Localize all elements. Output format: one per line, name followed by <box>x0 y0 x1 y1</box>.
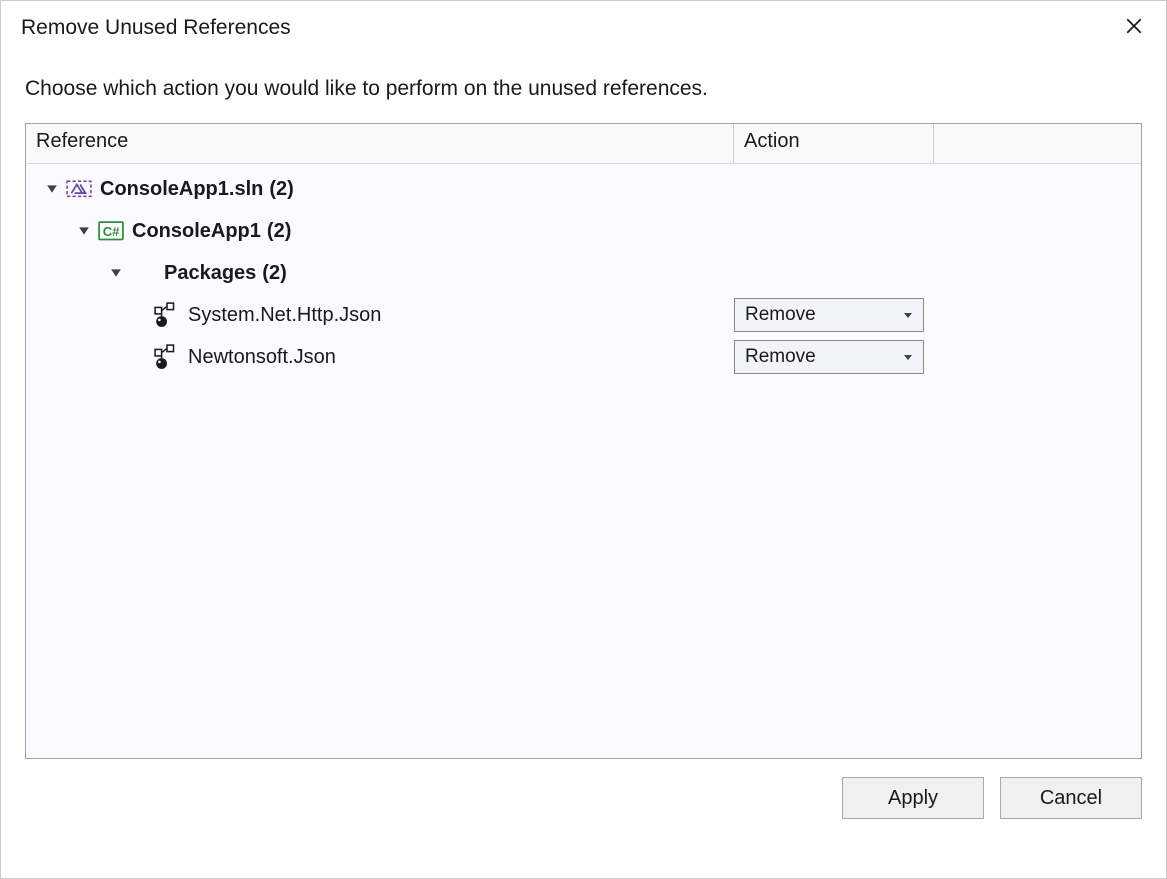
solution-icon <box>66 177 92 201</box>
dialog-button-bar: Apply Cancel <box>1 759 1166 839</box>
column-header-reference[interactable]: Reference <box>26 124 734 163</box>
column-header-action[interactable]: Action <box>734 124 934 163</box>
solution-count: (2) <box>269 178 293 201</box>
column-header-spacer <box>934 124 1141 163</box>
package-name: System.Net.Http.Json <box>188 304 381 327</box>
package-name: Newtonsoft.Json <box>188 346 336 369</box>
chevron-down-icon <box>903 304 913 326</box>
project-name: ConsoleApp1 <box>132 220 261 243</box>
blank-icon <box>130 261 156 285</box>
tree-row-solution[interactable]: ConsoleApp1.sln (2) <box>26 168 1141 210</box>
packages-group-name: Packages <box>164 262 256 285</box>
tree-row-package[interactable]: System.Net.Http.Json Remove <box>26 294 1141 336</box>
close-button[interactable] <box>1114 8 1154 48</box>
remove-unused-references-dialog: Remove Unused References Choose which ac… <box>0 0 1167 879</box>
packages-group-count: (2) <box>262 262 286 285</box>
chevron-down-icon <box>903 346 913 368</box>
project-count: (2) <box>267 220 291 243</box>
expander-icon[interactable] <box>108 265 124 281</box>
action-dropdown[interactable]: Remove <box>734 340 924 374</box>
dialog-titlebar: Remove Unused References <box>1 1 1166 49</box>
package-icon <box>154 303 180 327</box>
svg-text:C#: C# <box>103 224 120 239</box>
cancel-button[interactable]: Cancel <box>1000 777 1142 819</box>
tree-row-packages-group[interactable]: Packages (2) <box>26 252 1141 294</box>
references-grid: Reference Action ConsoleApp1. <box>25 123 1142 759</box>
tree-row-package[interactable]: Newtonsoft.Json Remove <box>26 336 1141 378</box>
expander-icon[interactable] <box>76 223 92 239</box>
action-dropdown-value: Remove <box>745 346 816 368</box>
apply-button[interactable]: Apply <box>842 777 984 819</box>
action-dropdown-value: Remove <box>745 304 816 326</box>
csharp-project-icon: C# <box>98 219 124 243</box>
tree-row-project[interactable]: C# ConsoleApp1 (2) <box>26 210 1141 252</box>
expander-icon[interactable] <box>44 181 60 197</box>
action-dropdown[interactable]: Remove <box>734 298 924 332</box>
dialog-title: Remove Unused References <box>21 16 1114 40</box>
close-icon <box>1125 17 1143 40</box>
dialog-instruction: Choose which action you would like to pe… <box>1 49 1166 123</box>
solution-name: ConsoleApp1.sln <box>100 178 263 201</box>
references-tree: ConsoleApp1.sln (2) C# <box>26 164 1141 758</box>
package-icon <box>154 345 180 369</box>
grid-header: Reference Action <box>26 124 1141 164</box>
